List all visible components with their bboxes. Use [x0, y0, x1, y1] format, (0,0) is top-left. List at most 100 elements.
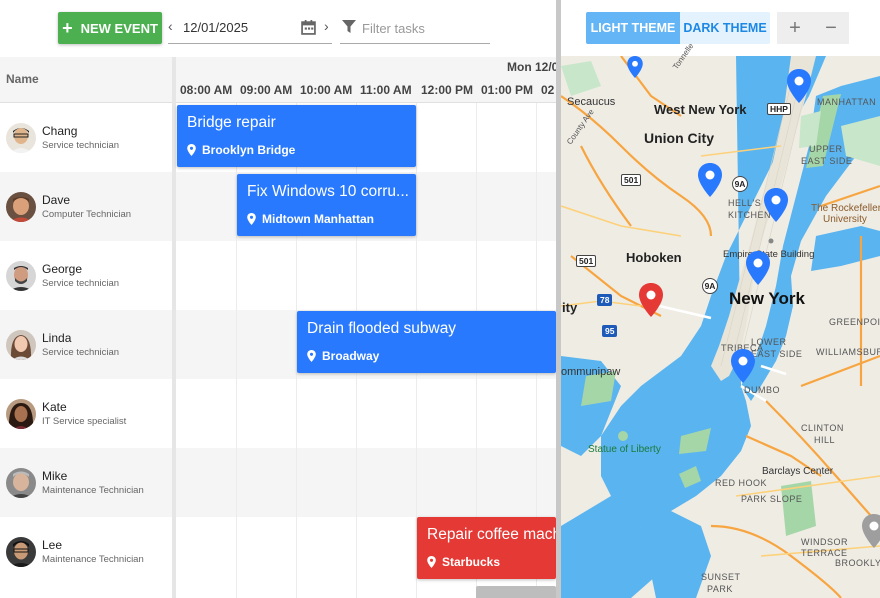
map-pin-blue-icon[interactable]: [746, 251, 770, 285]
map-label-windsor-terrace-2: TERRACE: [801, 548, 848, 558]
filter-icon: [342, 20, 356, 33]
map-label-park-slope: PARK SLOPE: [741, 494, 803, 504]
map-pin-blue-icon[interactable]: [764, 188, 788, 222]
map-label-lower-east-side: LOWER: [751, 337, 787, 347]
event-card[interactable]: Repair coffee mach Starbucks: [417, 517, 556, 579]
map-label-upper-east-side-2: EAST SIDE: [801, 156, 853, 166]
map-pin-blue-icon[interactable]: [787, 69, 811, 103]
avatar: [6, 468, 36, 498]
map-label-barclays-center: Barclays Center: [762, 466, 834, 477]
map-pin-blue-icon[interactable]: [731, 349, 755, 383]
resource-row: George Service technician: [0, 241, 556, 310]
event-title: Drain flooded subway: [307, 320, 457, 337]
resource-role: Service technician: [42, 278, 120, 289]
next-day-icon[interactable]: ›: [324, 18, 329, 34]
event-location-label: Midtown Manhattan: [262, 212, 374, 226]
route-shield: 9A: [732, 176, 748, 192]
map-label-statue-of-liberty: Statue of Liberty: [588, 444, 661, 455]
map-label-jersey-city: ity: [562, 300, 578, 315]
map-label-hoboken: Hoboken: [626, 250, 682, 265]
map-label-brooklyn: BROOKLY: [835, 558, 880, 568]
resource-name: Chang: [42, 124, 78, 138]
map-label-dumbo: DUMBO: [744, 385, 780, 395]
dark-theme-button[interactable]: DARK THEME: [680, 12, 770, 44]
calendar-icon[interactable]: [301, 20, 316, 35]
hour-label: 09:00 AM: [240, 83, 293, 97]
map-label-hells-kitchen: HELL'S: [728, 198, 762, 208]
resource-role: IT Service specialist: [42, 416, 127, 427]
hour-label: 12:00 PM: [421, 83, 474, 97]
location-pin-icon: [247, 213, 256, 225]
map-pin-blue-icon[interactable]: [698, 163, 722, 197]
resource-role: Service technician: [42, 140, 120, 151]
resource-role: Maintenance Technician: [42, 554, 144, 565]
partial-event-card[interactable]: [476, 586, 556, 598]
zoom-in-button[interactable]: +: [777, 12, 813, 44]
resource-row: Mike Maintenance Technician: [0, 448, 556, 517]
map-label-new-york: New York: [729, 289, 805, 308]
location-pin-icon: [307, 350, 316, 362]
map-canvas[interactable]: Secaucus West New York Union City Hoboke…: [561, 42, 880, 598]
event-title: Bridge repair: [187, 114, 276, 131]
map-label-sunset-park: SUNSET: [701, 572, 741, 582]
avatar: [6, 399, 36, 429]
map-label-red-hook: RED HOOK: [715, 478, 768, 488]
resource-name: Kate: [42, 400, 67, 414]
event-card[interactable]: Fix Windows 10 corru... Midtown Manhatta…: [237, 174, 416, 236]
hour-label: 11:00 AM: [360, 83, 412, 97]
event-card[interactable]: Bridge repair Brooklyn Bridge: [177, 105, 416, 167]
date-value: 12/01/2025: [183, 20, 249, 35]
hour-label: 10:00 AM: [300, 83, 353, 97]
map-label-williamsburg: WILLIAMSBURG: [816, 347, 880, 357]
event-card[interactable]: Drain flooded subway Broadway: [297, 311, 556, 373]
route-shield: 95: [602, 325, 618, 337]
filter-input[interactable]: [362, 18, 487, 38]
event-title: Fix Windows 10 corru...: [247, 183, 409, 200]
resource-name: Mike: [42, 469, 68, 483]
name-column-header: Name: [6, 72, 39, 86]
map-label-clinton-hill-2: HILL: [814, 435, 836, 445]
map-label-manhattan: MANHATTAN: [817, 97, 877, 107]
resource-role: Computer Technician: [42, 209, 132, 220]
resource-name: Dave: [42, 193, 71, 207]
filter-field: [340, 12, 490, 44]
map-label-upper-east-side: UPPER: [809, 144, 843, 154]
route-shield: 78: [597, 294, 613, 306]
event-location: Starbucks: [427, 555, 500, 569]
map-pin-red-icon[interactable]: [639, 283, 663, 317]
scheduler-panel: + NEW EVENT 12/01/2025 ‹ › Filter tasks …: [0, 0, 556, 598]
map-label-rockefeller-2: University: [823, 214, 867, 225]
hour-label: 02: [541, 83, 555, 97]
map-label-union-city: Union City: [644, 130, 714, 146]
map-label-rockefeller: The Rockefeller: [811, 203, 880, 214]
app-window: + NEW EVENT 12/01/2025 ‹ › Filter tasks …: [0, 0, 880, 598]
map-pin-blue-icon[interactable]: [627, 56, 643, 78]
map-pin-gray-icon[interactable]: [862, 514, 880, 548]
map-label-communipaw: ommunipaw: [561, 366, 621, 378]
event-location-label: Brooklyn Bridge: [202, 143, 296, 157]
map-label-lower-east-side-2: EAST SIDE: [751, 349, 803, 359]
scheduler-toolbar: + NEW EVENT 12/01/2025 ‹ ›: [0, 0, 556, 57]
map-label-clinton-hill: CLINTON: [801, 423, 844, 433]
new-event-label: NEW EVENT: [80, 20, 158, 36]
event-title: Repair coffee mach: [427, 526, 556, 543]
new-event-button[interactable]: + NEW EVENT: [58, 12, 162, 44]
zoom-out-button[interactable]: −: [813, 12, 849, 44]
hour-label: 01:00 PM: [481, 83, 534, 97]
avatar: [6, 123, 36, 153]
location-pin-icon: [187, 144, 196, 156]
event-location: Broadway: [307, 349, 379, 363]
map-label-windsor-terrace: WINDSOR: [801, 537, 848, 547]
avatar: [6, 261, 36, 291]
location-pin-icon: [427, 556, 436, 568]
route-shield: HHP: [767, 103, 791, 115]
plus-icon: +: [62, 18, 73, 38]
route-shield: 501: [621, 174, 642, 186]
map-label-west-new-york: West New York: [654, 102, 747, 117]
map-label-sunset-park-2: PARK: [707, 584, 733, 594]
resource-role: Maintenance Technician: [42, 485, 144, 496]
prev-day-icon[interactable]: ‹: [168, 18, 173, 34]
date-picker[interactable]: 12/01/2025: [168, 12, 332, 44]
map-toolbar: LIGHT THEME DARK THEME + −: [561, 0, 880, 56]
light-theme-button[interactable]: LIGHT THEME: [586, 12, 680, 44]
